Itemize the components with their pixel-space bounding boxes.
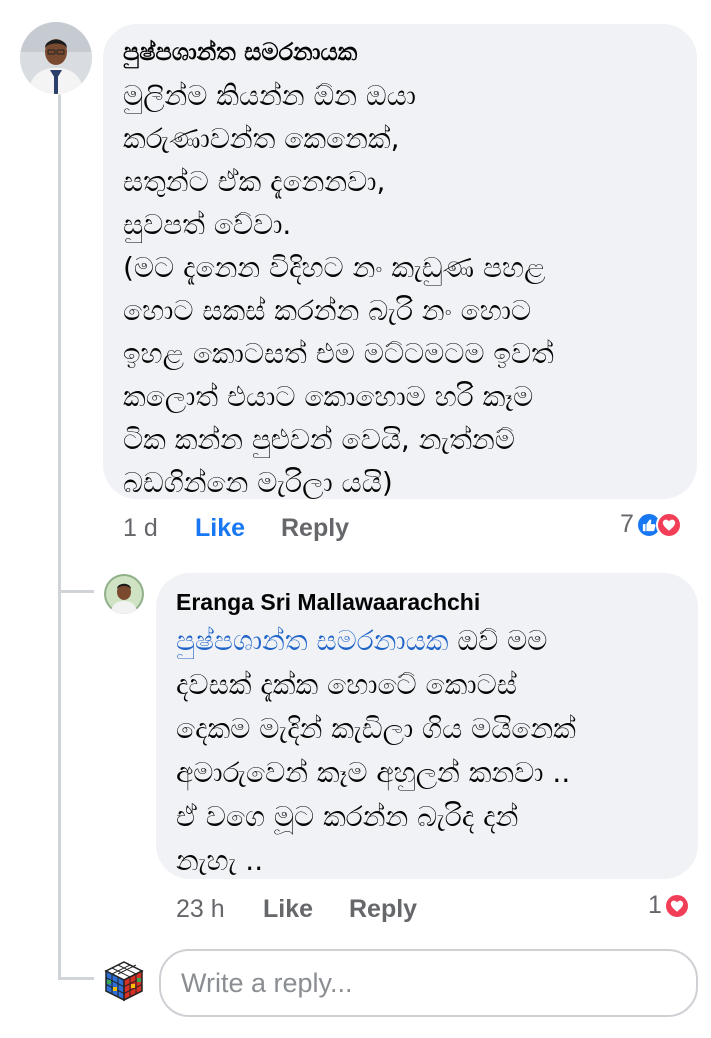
reply-line: නැහැ ..	[176, 844, 264, 877]
comment-line: සුවපත් වේවා.	[123, 208, 292, 241]
reply-first-line-text: ඔව් මම	[448, 624, 548, 657]
comment-reply-button[interactable]: Reply	[281, 514, 349, 543]
comment-like-button[interactable]: Like	[195, 514, 245, 543]
reply-line: දවසක් දැක්ක හොටේ කොටස්	[176, 668, 517, 701]
comment-reactions[interactable]: 7	[620, 510, 682, 539]
reply-reply-button[interactable]: Reply	[349, 895, 417, 924]
rubiks-cube-icon	[104, 961, 144, 1002]
reply-reactions[interactable]: 1	[648, 891, 690, 920]
comment-line: සතුන්ට ඒක දැනෙනවා,	[123, 165, 386, 198]
reply-author[interactable]: Eranga Sri Mallawaarachchi	[176, 589, 480, 616]
comment-line: හොට සකස් කරන්න බැරි නං හොට	[123, 294, 532, 327]
thread-connector-composer	[58, 977, 94, 980]
thread-line-vertical	[58, 94, 61, 980]
reply-body: පුෂ්පශාන්ත සමරනායක ඔව් මම දවසක් දැක්ක හො…	[176, 619, 576, 883]
reaction-count: 7	[620, 510, 634, 538]
person-photo-icon	[20, 22, 92, 94]
love-icon	[655, 511, 682, 538]
reaction-count: 1	[648, 891, 662, 919]
person-photo-icon	[104, 574, 144, 614]
comment-line: මුලින්ම කියන්න ඕන ඔයා	[123, 79, 416, 112]
comment-author[interactable]: පුෂ්පශාන්ත සමරනායක	[123, 38, 357, 66]
comment-body: මුලින්ම කියන්න ඕන ඔයා කරුණාවන්ත කෙනෙක්, …	[123, 74, 554, 504]
comment-line: ටික කන්න පුළුවන් වෙයි, නැත්නම්	[123, 423, 515, 456]
mention-link[interactable]: පුෂ්පශාන්ත සමරනායක	[176, 624, 448, 657]
comment-line: කලොත් එයාට කොහොම හරි කෑම	[123, 380, 534, 413]
love-icon	[663, 892, 690, 919]
reply-input[interactable]	[161, 951, 696, 1015]
reply-line: ඒ වගෙ මූට කරන්න බැරිද දන්	[176, 800, 519, 833]
reply-line: දෙකම මැදින් කැඩිලා ගිය මයිනෙක්	[176, 712, 576, 745]
avatar-current-user[interactable]	[103, 960, 145, 1002]
avatar-commenter[interactable]	[20, 22, 92, 94]
thread-connector-reply	[58, 590, 94, 593]
comment-line: බඩගින්නෙ මැරිලා යයි)	[123, 466, 393, 499]
reply-first-line: පුෂ්පශාන්ත සමරනායක ඔව් මම	[176, 619, 576, 663]
comment-line: (මට දැනෙන විදිහට නං කැඩුණ පහළ	[123, 251, 546, 284]
reply-like-button[interactable]: Like	[263, 895, 313, 924]
comment-timestamp[interactable]: 1 d	[123, 514, 158, 543]
comment-line: කරුණාවන්ත කෙනෙක්,	[123, 122, 400, 155]
avatar-replier[interactable]	[104, 574, 144, 614]
reply-timestamp[interactable]: 23 h	[176, 895, 225, 924]
reply-line: අමාරුවෙන් කෑම අහුලන් කනවා ..	[176, 756, 571, 789]
reply-composer[interactable]	[159, 949, 698, 1017]
comment-line: ඉහළ කොටසත් එම මට්ටමටම ඉවත්	[123, 337, 554, 370]
